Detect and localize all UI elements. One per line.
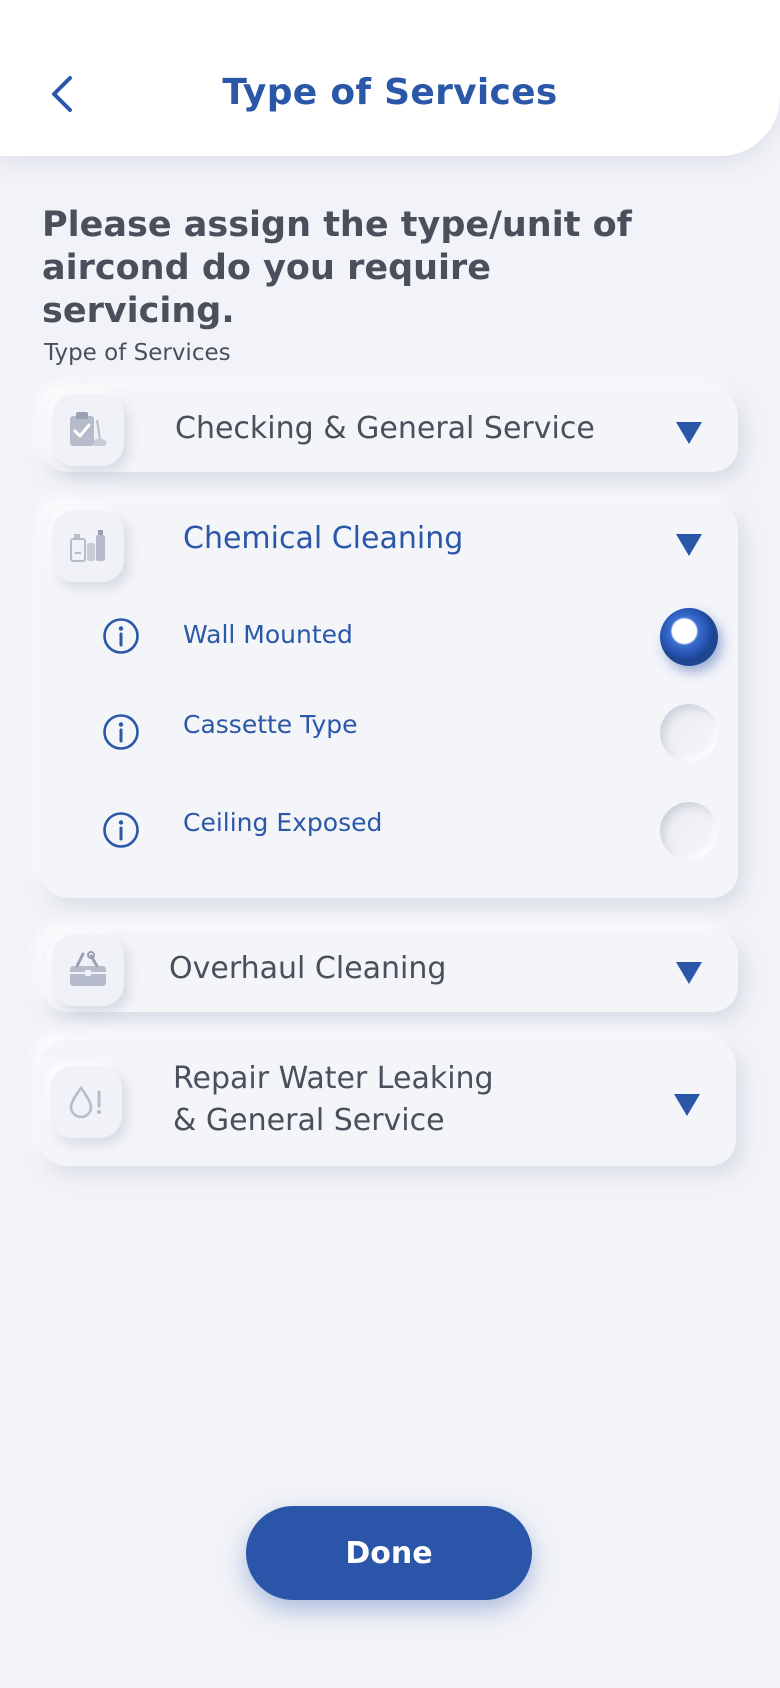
page-title: Type of Services bbox=[222, 72, 558, 113]
unit-label: Cassette Type bbox=[183, 710, 358, 739]
header-bar: Type of Services bbox=[0, 0, 780, 156]
service-title: Overhaul Cleaning bbox=[169, 951, 447, 986]
service-card-checking[interactable]: Checking & General Service bbox=[42, 390, 738, 472]
service-title-line1: Repair Water Leaking bbox=[173, 1061, 494, 1096]
service-title-line2: & General Service bbox=[173, 1103, 445, 1138]
instruction-text: Please assign the type/unit of aircond d… bbox=[42, 205, 632, 331]
section-label: Type of Services bbox=[44, 340, 231, 366]
caret-down-icon[interactable] bbox=[676, 422, 702, 444]
unit-option-wall-mounted[interactable]: Wall Mounted bbox=[42, 606, 738, 666]
unit-label: Ceiling Exposed bbox=[183, 808, 383, 837]
service-title: Checking & General Service bbox=[175, 411, 595, 446]
unit-radio-selected[interactable] bbox=[660, 608, 718, 666]
chemical-bottles-icon bbox=[70, 530, 105, 562]
service-card-repair-water-leaking[interactable]: Repair Water Leaking & General Service bbox=[40, 1040, 736, 1166]
service-card-overhaul[interactable]: Overhaul Cleaning bbox=[42, 930, 738, 1012]
info-icon[interactable] bbox=[102, 811, 140, 849]
caret-down-icon[interactable] bbox=[674, 1094, 700, 1116]
unit-option-cassette-type[interactable]: Cassette Type bbox=[42, 702, 738, 762]
info-icon[interactable] bbox=[102, 713, 140, 751]
service-icon-tile bbox=[50, 1066, 122, 1138]
toolbox-icon bbox=[70, 951, 106, 986]
clipboard-check-icon bbox=[70, 412, 107, 446]
unit-radio[interactable] bbox=[660, 704, 718, 762]
caret-down-icon[interactable] bbox=[676, 534, 702, 556]
unit-radio[interactable] bbox=[660, 802, 718, 860]
service-icon-tile bbox=[52, 934, 124, 1006]
done-button[interactable]: Done bbox=[246, 1506, 532, 1600]
service-icon-tile bbox=[52, 394, 124, 466]
info-icon[interactable] bbox=[102, 617, 140, 655]
service-title: Chemical Cleaning bbox=[183, 521, 464, 556]
water-drop-alert-icon bbox=[69, 1085, 101, 1119]
unit-option-ceiling-exposed[interactable]: Ceiling Exposed bbox=[42, 800, 738, 860]
unit-label: Wall Mounted bbox=[183, 620, 353, 649]
service-icon-tile bbox=[52, 510, 124, 582]
caret-down-icon[interactable] bbox=[676, 962, 702, 984]
service-card-chemical-cleaning[interactable]: Chemical Cleaning Wall Mounted Cassette … bbox=[42, 504, 738, 898]
